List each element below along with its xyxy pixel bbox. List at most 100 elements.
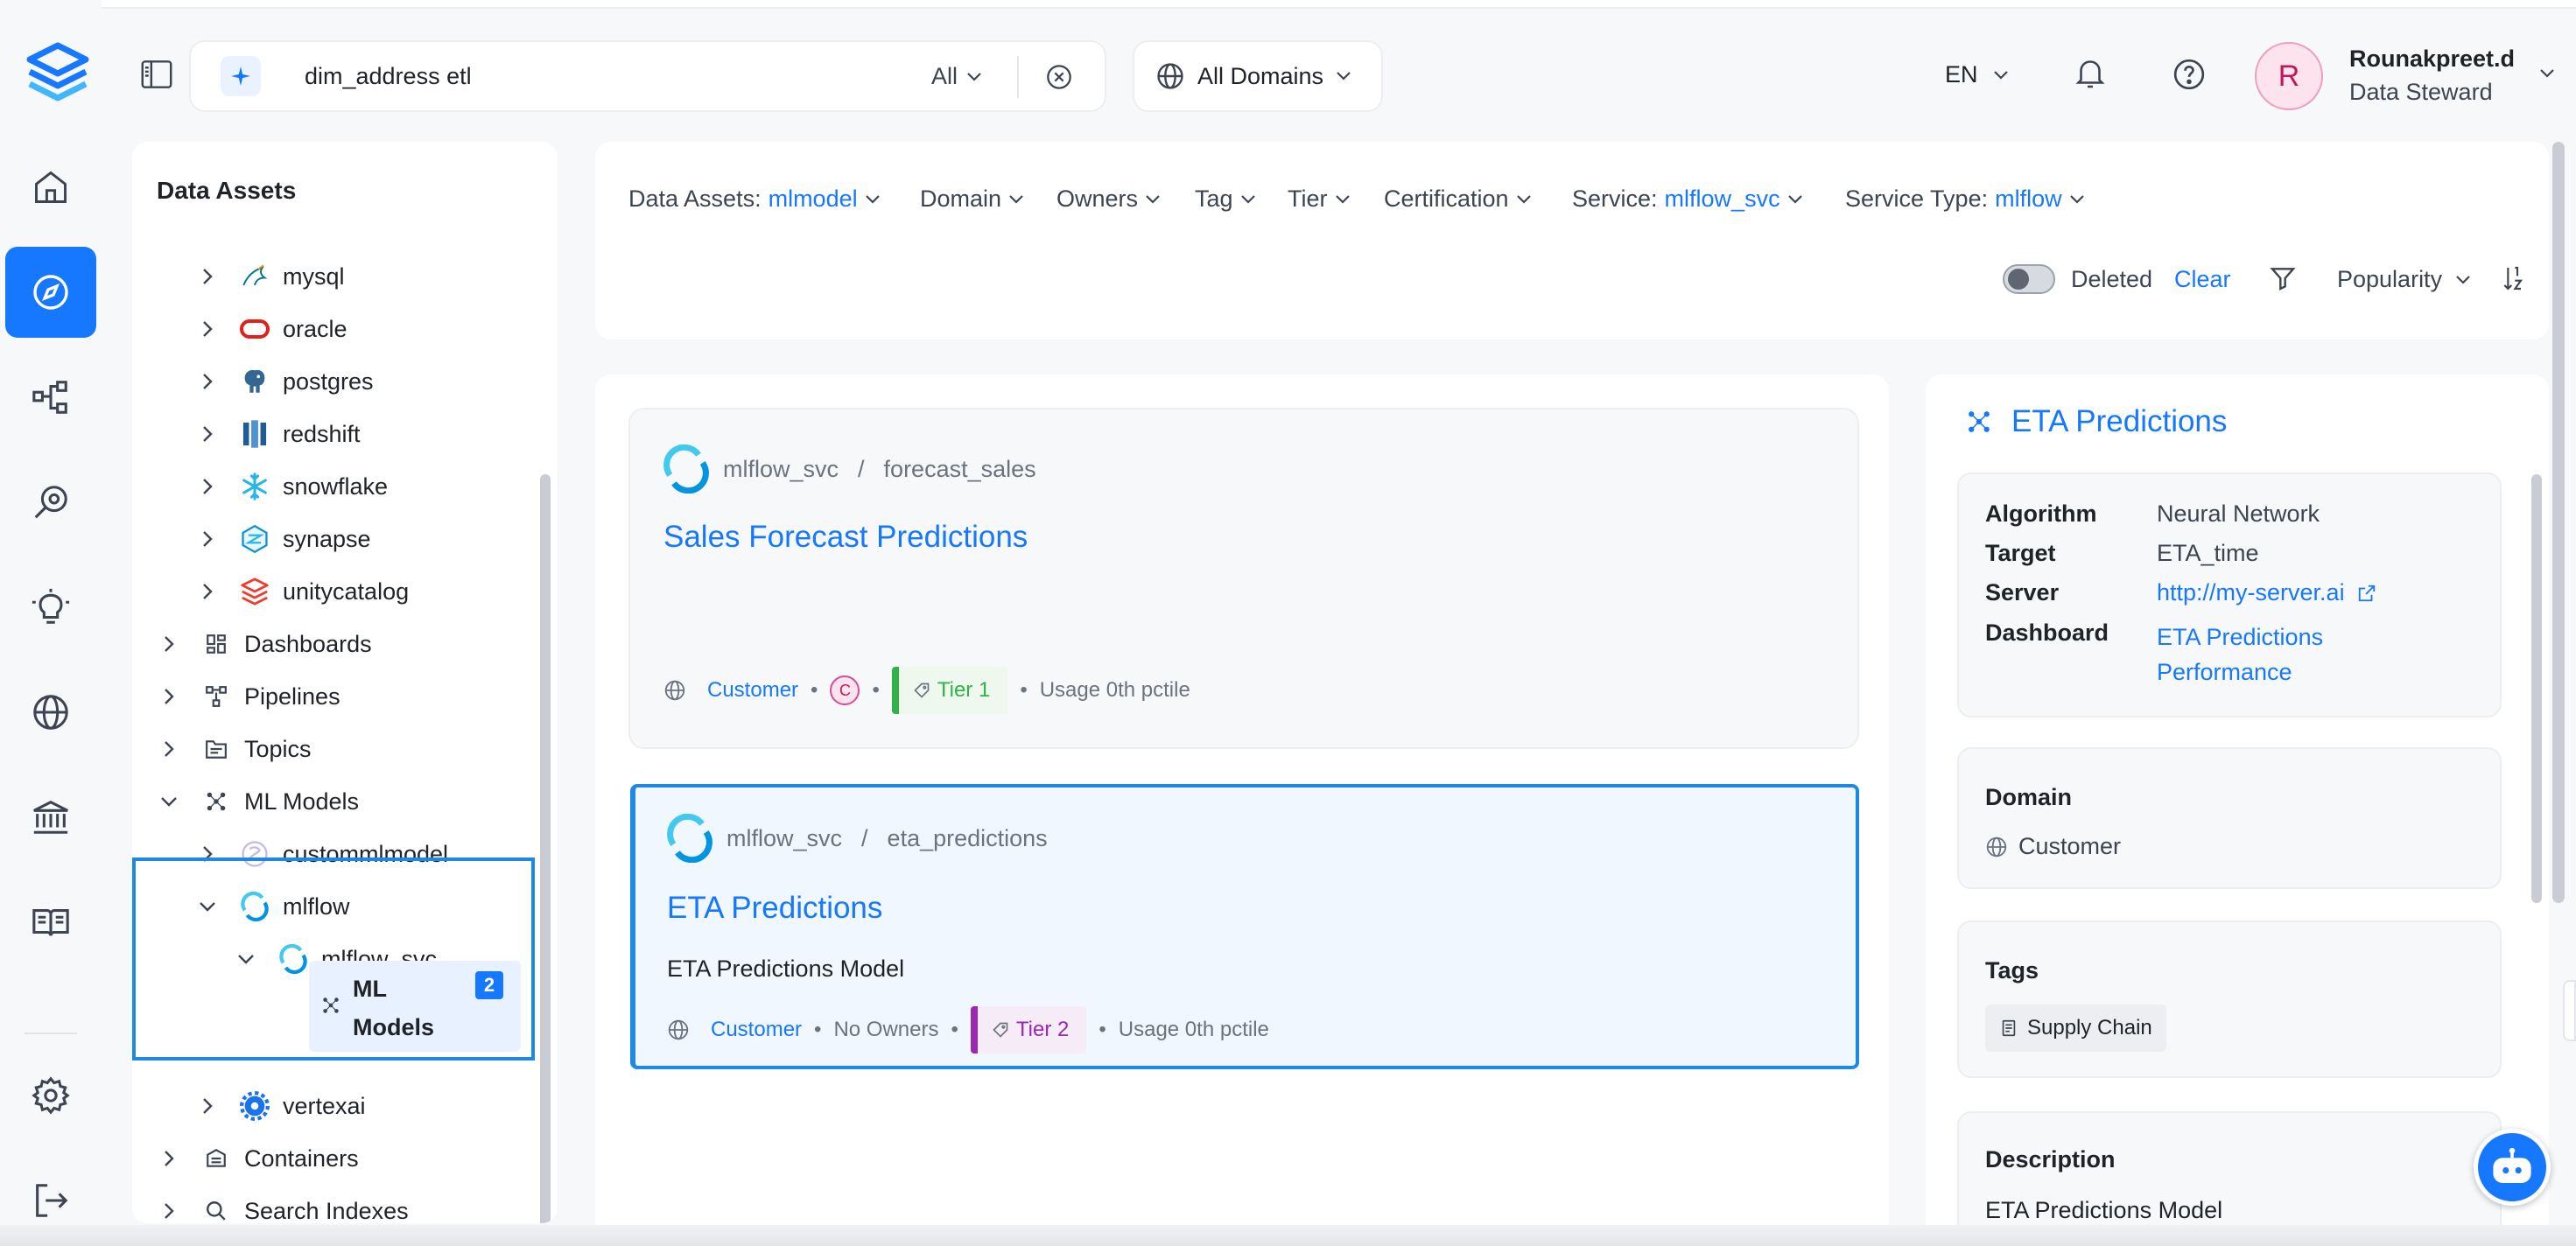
deleted-toggle[interactable] [2003,264,2055,294]
ai-sparkle-icon[interactable] [221,56,261,96]
result-domain-link[interactable]: Customer [707,678,798,703]
settings-gear-icon[interactable] [5,1050,96,1141]
chevron-right-icon[interactable] [195,1094,220,1118]
breadcrumb-service[interactable]: mlflow_svc [726,825,842,852]
chevron-right-icon[interactable] [157,1146,181,1171]
help-icon[interactable] [2172,58,2206,91]
chevron-right-icon[interactable] [195,369,220,394]
search-input[interactable]: dim_address etl [305,63,472,90]
chevron-right-icon[interactable] [195,474,220,499]
chevron-right-icon[interactable] [157,684,181,709]
server-link[interactable]: http://my-server.ai [2157,579,2376,606]
language-selector[interactable]: EN [1945,61,2010,88]
chevron-down-icon[interactable] [157,789,181,814]
search-bar[interactable]: dim_address etl All [189,40,1106,112]
tree-node-pipelines[interactable]: Pipelines [157,670,340,723]
tree-node-oracle[interactable]: oracle [195,303,347,355]
tree-node-redshift[interactable]: redshift [195,408,361,460]
lineage-icon[interactable] [5,352,96,443]
databricks-layers-icon [239,576,270,607]
chevron-right-icon[interactable] [157,1199,181,1223]
sidebar-toggle-icon[interactable] [140,60,173,89]
sort-dropdown[interactable]: Popularity [2337,266,2472,293]
app-logo[interactable] [25,40,91,107]
tree-node-dashboards[interactable]: Dashboards [157,618,372,670]
breadcrumb-service[interactable]: mlflow_svc [723,456,839,483]
filter-service[interactable]: Service: mlflow_svc [1572,186,1803,213]
notifications-bell-icon[interactable] [2074,56,2106,91]
home-icon[interactable] [5,142,96,233]
filter-owners[interactable]: Owners [1056,186,1161,213]
result-title[interactable]: Sales Forecast Predictions [663,520,1028,555]
avatar[interactable]: R [2255,42,2323,110]
detail-scrollbar[interactable] [2531,474,2542,903]
result-card[interactable]: mlflow_svc / forecast_sales Sales Foreca… [628,408,1859,749]
chevron-right-icon[interactable] [157,737,181,761]
user-menu-chevron-down-icon[interactable] [2538,68,2556,79]
server-label: Server [1985,579,2060,606]
result-domain-link[interactable]: Customer [711,1018,802,1042]
usage-label: Usage 0th pctile [1118,1018,1269,1041]
side-drawer-handle[interactable] [2563,980,2576,1041]
tag-chip[interactable]: Supply Chain [1985,1004,2166,1052]
tree-node-snowflake[interactable]: snowflake [195,460,388,513]
tree-node-mysql[interactable]: mysql [195,250,345,303]
domain-value[interactable]: Customer [1985,833,2121,860]
properties-section: Algorithm Neural Network Target ETA_time… [1957,472,2502,718]
result-breadcrumb: mlflow_svc / eta_predictions [665,814,1048,863]
chatbot-robot-icon[interactable] [2474,1129,2551,1206]
tree-node-search-indexes[interactable]: Search Indexes [157,1185,409,1223]
breadcrumb-name[interactable]: eta_predictions [888,825,1048,852]
tree-node-topics[interactable]: Topics [157,723,312,775]
tier-badge[interactable]: Tier 1 [891,667,1008,714]
breadcrumb-name[interactable]: forecast_sales [884,456,1036,483]
governance-icon[interactable] [5,772,96,863]
chevron-right-icon[interactable] [195,422,220,446]
target-value: ETA_time [2157,540,2259,566]
domains-icon[interactable] [5,667,96,758]
filter-service-type[interactable]: Service Type: mlflow [1845,186,2085,213]
tag-icon [914,682,930,698]
owner-avatar[interactable]: C [830,676,860,705]
filter-funnel-icon[interactable] [2269,264,2297,292]
clear-filters-button[interactable]: Clear [2174,266,2231,293]
chevron-right-icon[interactable] [195,527,220,551]
detail-title[interactable]: ETA Predictions [2011,404,2227,439]
search-scope-dropdown[interactable]: All [931,63,982,90]
tier-badge[interactable]: Tier 2 [970,1006,1087,1054]
tree-node-label: unitycatalog [283,578,410,605]
filter-certification[interactable]: Certification [1384,186,1532,213]
result-title[interactable]: ETA Predictions [667,891,882,926]
chevron-down-icon [1516,194,1531,204]
chevron-right-icon[interactable] [195,264,220,289]
filter-tier[interactable]: Tier [1288,186,1351,213]
navigation-rail [0,0,102,1246]
sort-order-icon[interactable] [2502,264,2526,292]
result-card-selected[interactable]: mlflow_svc / eta_predictions ETA Predict… [630,784,1859,1069]
tree-node-containers[interactable]: Containers [157,1132,359,1185]
deleted-label: Deleted [2071,266,2153,292]
glossary-book-icon[interactable] [5,877,96,968]
tree-node-postgres[interactable]: postgres [195,355,374,408]
container-box-icon [200,1143,232,1174]
chevron-right-icon[interactable] [157,632,181,656]
clear-search-icon[interactable] [1045,63,1073,91]
tree-scrollbar[interactable] [540,474,551,1223]
tree-node-ml-models[interactable]: ML Models [157,775,359,828]
page-scrollbar[interactable] [2552,142,2565,903]
explore-icon[interactable] [5,247,96,338]
dashboard-link[interactable]: ETA Predictions Performance [2157,620,2323,690]
chevron-right-icon[interactable] [195,317,220,341]
chevron-down-icon [1009,194,1023,204]
observability-icon[interactable] [5,457,96,548]
filter-data-assets[interactable]: Data Assets: mlmodel [628,186,881,213]
filter-tag[interactable]: Tag [1195,186,1256,213]
chevron-right-icon[interactable] [195,579,220,604]
domain-selector[interactable]: All Domains [1133,40,1383,112]
filter-domain[interactable]: Domain [920,186,1024,213]
tree-node-label: redshift [283,420,361,447]
tree-node-unitycatalog[interactable]: unitycatalog [195,565,409,618]
tree-node-synapse[interactable]: synapse [195,513,371,565]
insights-icon[interactable] [5,562,96,653]
tree-node-vertexai[interactable]: vertexai [195,1080,366,1132]
